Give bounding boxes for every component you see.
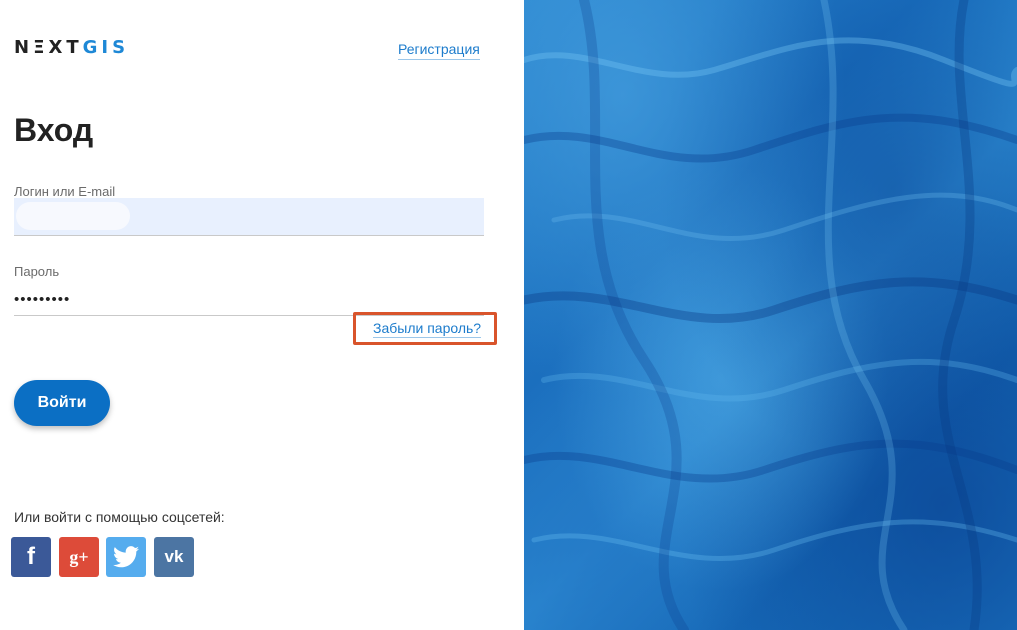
- google-plus-login-button[interactable]: g+: [59, 537, 99, 577]
- satellite-map-image: [524, 0, 1017, 630]
- nextgis-logo[interactable]: NΞXTGIS: [14, 37, 129, 58]
- logo-text-next: NΞXT: [14, 37, 83, 58]
- login-input[interactable]: [14, 198, 484, 236]
- twitter-icon: [113, 546, 139, 568]
- logo-text-gis: GIS: [82, 37, 130, 58]
- vk-login-button[interactable]: vk: [154, 537, 194, 577]
- vk-icon: vk: [164, 547, 184, 566]
- login-panel: NΞXTGIS Регистрация Вход Логин или E-mai…: [0, 0, 524, 630]
- login-button[interactable]: Войти: [14, 380, 110, 426]
- facebook-icon: f: [27, 543, 35, 570]
- register-link[interactable]: Регистрация: [398, 41, 480, 60]
- twitter-login-button[interactable]: [106, 537, 146, 577]
- login-label: Логин или E-mail: [14, 184, 116, 199]
- google-plus-icon: g+: [69, 546, 89, 567]
- terrain-texture: [524, 0, 1017, 630]
- page-title: Вход: [14, 112, 94, 148]
- login-value-redacted: [16, 202, 130, 230]
- social-login-caption: Или войти с помощью соцсетей:: [14, 509, 225, 525]
- facebook-login-button[interactable]: f: [11, 537, 51, 577]
- forgot-password-link[interactable]: Забыли пароль?: [373, 320, 482, 338]
- password-label: Пароль: [14, 264, 60, 279]
